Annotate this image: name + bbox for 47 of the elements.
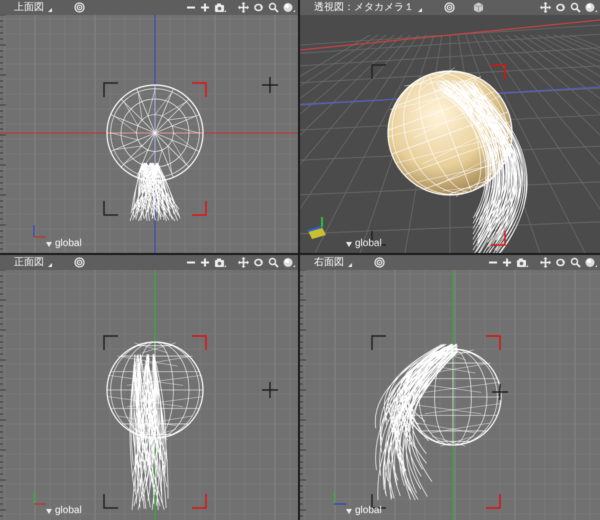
target-icon[interactable]	[74, 257, 85, 268]
axis-gizmo-icon	[33, 225, 46, 238]
viewport-title[interactable]: 上面図	[14, 2, 44, 12]
axis-gizmo-icon	[308, 217, 326, 239]
zoom-in-icon[interactable]	[200, 257, 210, 268]
move-icon[interactable]	[540, 2, 551, 13]
camera-icon[interactable]	[516, 257, 528, 268]
dropdown-arrow-icon[interactable]	[46, 508, 52, 514]
coordinate-system-label[interactable]: global	[355, 239, 382, 249]
sphere-icon[interactable]	[283, 2, 295, 13]
move-icon[interactable]	[238, 2, 249, 13]
viewport-title[interactable]: 正面図	[14, 258, 44, 268]
search-icon[interactable]	[268, 2, 279, 13]
viewport-title[interactable]: 透視図：メタカメラ１	[314, 2, 414, 12]
zoom-in-icon[interactable]	[502, 257, 512, 268]
viewport-title[interactable]: 右面図	[314, 258, 344, 268]
crosshair-icon	[261, 381, 279, 399]
coordinate-system-label[interactable]: global	[55, 239, 82, 249]
camera-icon[interactable]	[214, 2, 226, 13]
dropdown-arrow-icon[interactable]	[46, 242, 52, 246]
search-icon[interactable]	[268, 257, 279, 268]
target-icon[interactable]	[74, 2, 85, 13]
axis-gizmo-icon	[333, 492, 346, 505]
rotate-icon[interactable]	[253, 2, 264, 13]
crosshair-icon	[491, 383, 509, 401]
coordinate-system-label[interactable]: global	[55, 506, 82, 516]
move-icon[interactable]	[540, 257, 551, 268]
rotate-icon[interactable]	[555, 257, 566, 268]
search-icon[interactable]	[570, 2, 581, 13]
target-icon[interactable]	[374, 257, 385, 268]
hair-strands-drawing	[130, 162, 180, 222]
axis-gizmo-icon	[33, 492, 46, 505]
cube-icon[interactable]	[473, 2, 484, 13]
crosshair-icon	[261, 76, 279, 94]
sphere-icon[interactable]	[585, 257, 597, 268]
target-icon[interactable]	[444, 2, 455, 13]
zoom-in-icon[interactable]	[200, 2, 210, 13]
coordinate-system-label[interactable]: global	[355, 506, 382, 516]
search-icon[interactable]	[570, 257, 581, 268]
camera-icon[interactable]	[214, 257, 226, 268]
dropdown-arrow-icon[interactable]	[346, 242, 352, 246]
sphere-icon[interactable]	[283, 257, 295, 268]
move-icon[interactable]	[238, 257, 249, 268]
dropdown-arrow-icon[interactable]	[346, 508, 352, 514]
rotate-icon[interactable]	[555, 2, 566, 13]
rotate-icon[interactable]	[253, 257, 264, 268]
sphere-icon[interactable]	[585, 2, 597, 13]
